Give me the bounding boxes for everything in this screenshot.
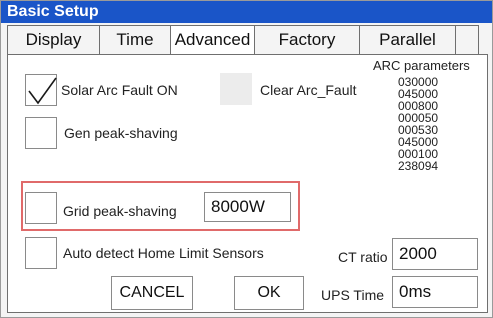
arc-parameters-title: ARC parameters xyxy=(373,58,470,73)
clear-arc-fault-button[interactable] xyxy=(220,73,252,105)
grid-peak-shaving-label: Grid peak-shaving xyxy=(63,203,177,219)
tab-time[interactable]: Time xyxy=(99,25,171,55)
auto-detect-sensors-checkbox[interactable] xyxy=(25,237,57,269)
grid-peak-shaving-input[interactable]: 8000W xyxy=(204,192,291,222)
tab-display[interactable]: Display xyxy=(7,25,100,55)
checkmark-icon xyxy=(28,77,57,105)
tab-bar-end xyxy=(455,25,479,55)
ups-time-input[interactable]: 0ms xyxy=(392,276,478,308)
ok-button[interactable]: OK xyxy=(234,276,304,310)
gen-peak-shaving-checkbox[interactable] xyxy=(25,117,57,149)
arc-parameter-value: 238094 xyxy=(398,159,439,173)
solar-arc-fault-label: Solar Arc Fault ON xyxy=(61,82,178,98)
ct-ratio-input[interactable]: 2000 xyxy=(392,238,478,270)
cancel-button[interactable]: CANCEL xyxy=(111,276,193,310)
tab-factory-reset[interactable]: Factory Reset xyxy=(254,25,360,77)
clear-arc-fault-label: Clear Arc_Fault xyxy=(260,82,357,98)
arc-parameters-list: 030000 045000 000800 000050 000530 04500… xyxy=(398,76,438,172)
advanced-panel: Solar Arc Fault ON Clear Arc_Fault ARC p… xyxy=(7,54,488,313)
solar-arc-fault-checkbox[interactable] xyxy=(25,74,57,106)
tab-bar: Display Time Advanced Factory Reset Para… xyxy=(7,25,479,77)
basic-setup-window: Basic Setup Display Time Advanced Factor… xyxy=(0,0,493,318)
window-title: Basic Setup xyxy=(1,1,492,23)
auto-detect-sensors-label: Auto detect Home Limit Sensors xyxy=(63,245,264,261)
grid-peak-shaving-checkbox[interactable] xyxy=(25,192,57,224)
gen-peak-shaving-label: Gen peak-shaving xyxy=(64,125,178,141)
ct-ratio-label: CT ratio xyxy=(338,249,388,265)
tab-advanced[interactable]: Advanced xyxy=(170,25,255,55)
ups-time-label: UPS Time xyxy=(321,287,385,303)
tab-parallel[interactable]: Parallel xyxy=(359,25,456,55)
